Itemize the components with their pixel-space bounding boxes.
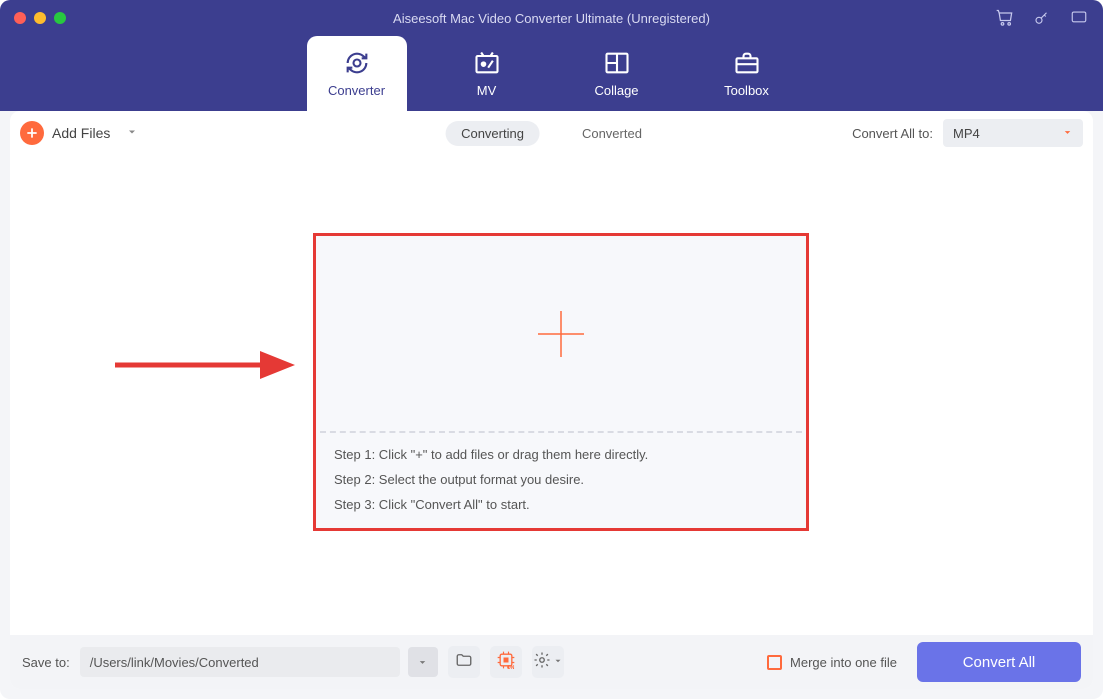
chevron-down-icon: [1062, 126, 1073, 141]
chip-on-icon: ON: [496, 650, 516, 675]
mv-icon: [473, 49, 501, 77]
chevron-down-icon[interactable]: [126, 125, 138, 141]
file-dropzone[interactable]: Step 1: Click "+" to add files or drag t…: [316, 236, 806, 528]
add-files-button[interactable]: Add Files: [20, 121, 138, 145]
merge-label: Merge into one file: [790, 655, 897, 670]
gear-icon: [533, 651, 551, 674]
tab-mv[interactable]: MV: [437, 36, 537, 111]
convert-all-label: Convert All: [963, 654, 1036, 671]
titlebar: Aiseesoft Mac Video Converter Ultimate (…: [0, 0, 1103, 36]
output-format-select[interactable]: MP4: [943, 119, 1083, 147]
tab-converted[interactable]: Converted: [566, 121, 658, 146]
annotation-arrow: [110, 345, 300, 390]
key-icon[interactable]: [1033, 9, 1051, 27]
bottombar: Save to: /Users/link/Movies/Converted: [10, 635, 1093, 689]
selected-format: MP4: [953, 126, 980, 141]
dropzone-highlight: Step 1: Click "+" to add files or drag t…: [313, 233, 809, 531]
settings-button[interactable]: [532, 646, 564, 678]
convert-all-to-label: Convert All to:: [852, 126, 933, 141]
nav-area: Converter MV: [0, 36, 1103, 111]
tab-label: Collage: [594, 83, 638, 98]
tab-collage[interactable]: Collage: [567, 36, 667, 111]
open-folder-button[interactable]: [448, 646, 480, 678]
toolbox-icon: [733, 49, 761, 77]
add-files-label: Add Files: [52, 125, 110, 141]
checkbox-icon: [767, 655, 782, 670]
save-to-label: Save to:: [22, 655, 70, 670]
convert-all-button[interactable]: Convert All: [917, 642, 1081, 682]
gpu-accel-button[interactable]: ON: [490, 646, 522, 678]
merge-checkbox[interactable]: Merge into one file: [767, 655, 897, 670]
cart-icon[interactable]: [995, 8, 1015, 28]
feedback-icon[interactable]: [1069, 9, 1089, 27]
maximize-window-button[interactable]: [54, 12, 66, 24]
folder-icon: [455, 651, 473, 674]
save-to-dropdown[interactable]: [408, 647, 438, 677]
collage-icon: [603, 49, 631, 77]
tab-converting[interactable]: Converting: [445, 121, 540, 146]
step-text: Step 1: Click "+" to add files or drag t…: [334, 447, 788, 462]
convert-icon: [343, 49, 371, 77]
plus-icon: [20, 121, 44, 145]
step-text: Step 2: Select the output format you des…: [334, 472, 788, 487]
tab-label: MV: [477, 83, 497, 98]
minimize-window-button[interactable]: [34, 12, 46, 24]
main-area: Step 1: Click "+" to add files or drag t…: [10, 155, 1093, 635]
tab-label: Toolbox: [724, 83, 769, 98]
step-text: Step 3: Click "Convert All" to start.: [334, 497, 788, 512]
save-to-path-input[interactable]: /Users/link/Movies/Converted: [80, 647, 400, 677]
traffic-lights: [14, 12, 66, 24]
chevron-down-icon: [553, 653, 563, 671]
save-to-path: /Users/link/Movies/Converted: [90, 655, 259, 670]
svg-text:ON: ON: [507, 665, 515, 670]
tab-converter[interactable]: Converter: [307, 36, 407, 111]
large-plus-icon[interactable]: [534, 307, 588, 361]
tab-toolbox[interactable]: Toolbox: [697, 36, 797, 111]
tab-label: Converter: [328, 83, 385, 98]
toolbar: Add Files Converting Converted Convert A…: [10, 111, 1093, 155]
window-title: Aiseesoft Mac Video Converter Ultimate (…: [393, 11, 710, 26]
close-window-button[interactable]: [14, 12, 26, 24]
status-tabs: Converting Converted: [445, 121, 658, 146]
